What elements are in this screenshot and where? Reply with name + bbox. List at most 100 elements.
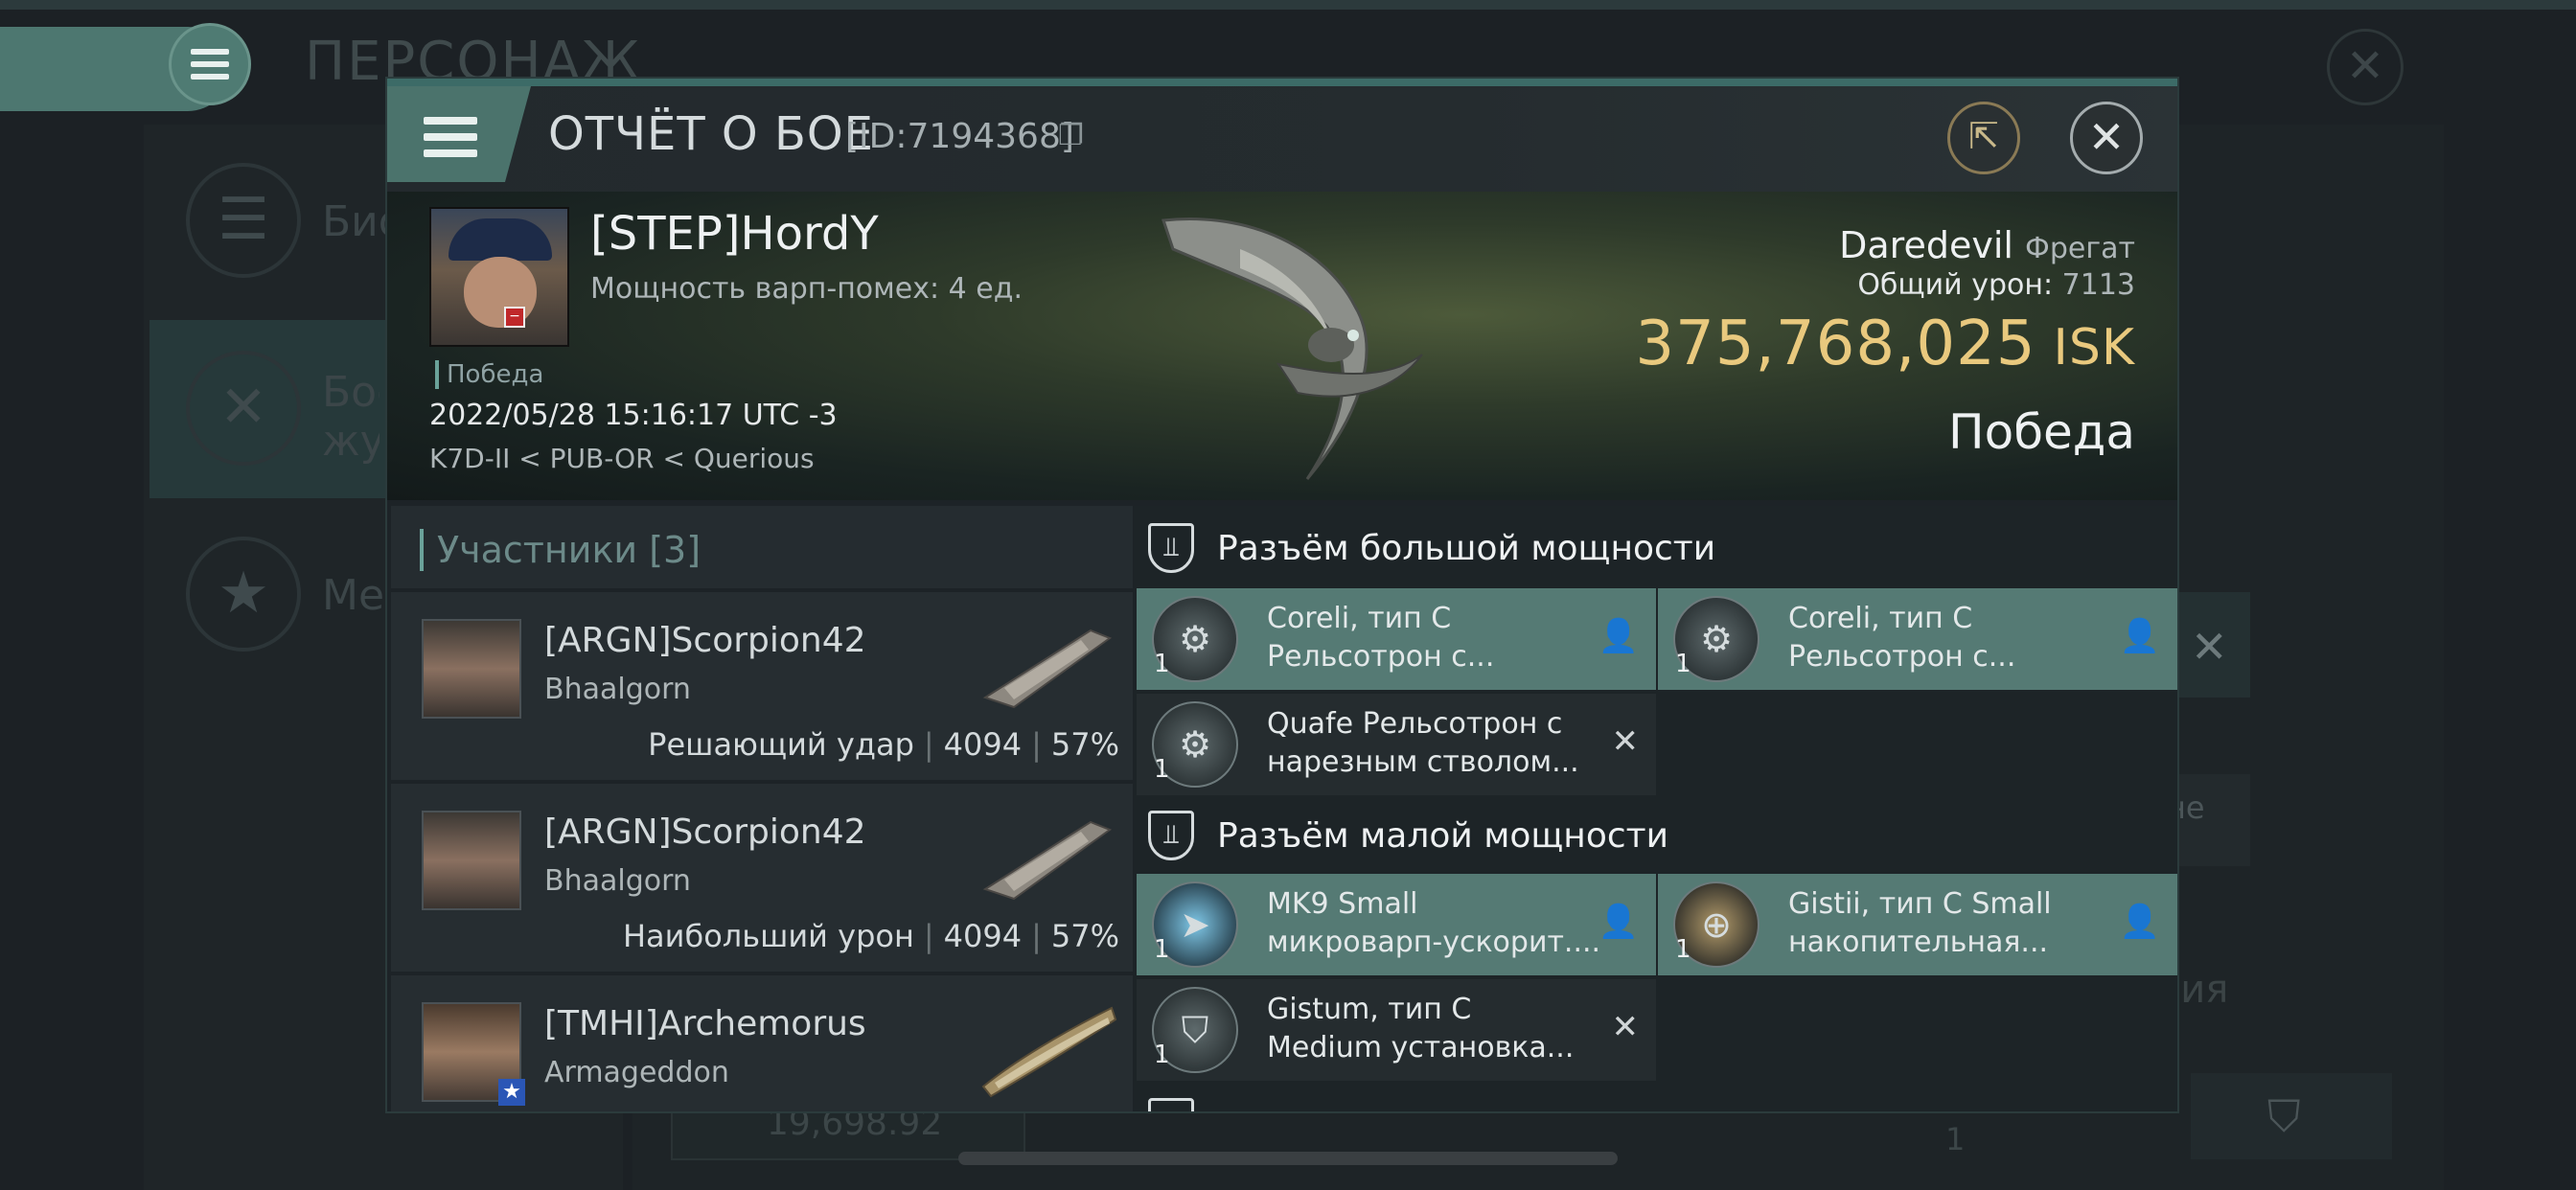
- destroyed-x-icon: ✕: [1611, 1008, 1640, 1046]
- close-button[interactable]: ✕: [2070, 102, 2143, 174]
- module-qty: 1: [1154, 935, 1170, 964]
- victim-avatar[interactable]: [429, 207, 569, 347]
- report-title: ОТЧЁТ О БОЕ: [548, 107, 874, 161]
- participant-damage: 4094: [943, 918, 1023, 954]
- participant-stats: Наибольший урон | 4094 | 57%: [622, 918, 1119, 954]
- module-slot[interactable]: ⚙ 1 Coreli, тип C Рельсотрон с... 👤: [1658, 588, 2177, 690]
- participant-row[interactable]: ★ [TMHI]Archemorus Armageddon: [391, 975, 1133, 1111]
- report-id: [ID:7194368]: [845, 117, 1074, 156]
- copy-icon[interactable]: ❐: [1058, 119, 1084, 152]
- participant-ship-image: [981, 1006, 1117, 1098]
- modal-top-accent: [387, 79, 2177, 86]
- module-name: Gistum, тип C: [1267, 993, 1472, 1026]
- avatar-face: [464, 257, 537, 328]
- isk-amount: 375,768,025: [1635, 309, 2036, 379]
- participant-ship-image: [982, 820, 1113, 901]
- bg-close-icon[interactable]: ✕: [2327, 29, 2404, 105]
- bg-side-label-2: Бое жур: [322, 368, 380, 466]
- module-slot[interactable]: ⚙ 1 Quafe Рельсотрон с нарезным стволом.…: [1137, 694, 1656, 795]
- participant-ship: Bhaalgorn: [544, 673, 691, 706]
- module-desc: микроварп-ускорит....: [1267, 926, 1601, 959]
- module-name: Gistii, тип C Small: [1788, 887, 2052, 921]
- high-slots-header: ⫫ Разъём большой мощности: [1135, 506, 2150, 588]
- module-qty: 1: [1154, 755, 1170, 784]
- participant-percent: 57%: [1050, 726, 1119, 763]
- participant-role: Наибольший урон: [622, 918, 914, 954]
- destroyed-x-icon: ✕: [1611, 722, 1640, 761]
- participant-ship-image: [982, 629, 1113, 709]
- warp-strength: Мощность варп-помех: 4 ед.: [590, 272, 1024, 306]
- module-qty: 1: [1154, 650, 1170, 678]
- low-slot-icon: ⫫: [1148, 1098, 1194, 1111]
- participant-row[interactable]: [ARGN]Scorpion42 Bhaalgorn Решающий удар…: [391, 592, 1133, 780]
- isk-currency: ISK: [2053, 319, 2135, 377]
- result-tag: Победа: [435, 360, 543, 389]
- standing-minus-icon: −: [504, 307, 525, 328]
- bio-icon: ☰: [186, 163, 301, 278]
- damage-label: Общий урон:: [1857, 268, 2054, 302]
- high-slots-label: Разъём большой мощности: [1217, 529, 1716, 568]
- dropped-person-icon: 👤: [2119, 617, 2160, 655]
- participant-stats: Решающий удар | 4094 | 57%: [648, 726, 1119, 763]
- victim-name[interactable]: [STEP]HordY: [590, 207, 879, 261]
- victim-ship[interactable]: Daredevil Фрегат: [1839, 224, 2135, 266]
- combat-report-modal: ОТЧЁТ О БОЕ [ID:7194368] ❐ ⇱ ✕ − [STEP]H…: [385, 77, 2179, 1113]
- participants-header: Участники [3]: [391, 506, 1133, 588]
- participant-ship: Bhaalgorn: [544, 864, 691, 898]
- module-slot[interactable]: ⚙ 1 Coreli, тип C Рельсотрон с... 👤: [1137, 588, 1656, 690]
- participant-percent: 57%: [1050, 918, 1119, 954]
- bg-qty: 1: [1945, 1121, 1966, 1157]
- module-name: MK9 Small: [1267, 887, 1418, 921]
- module-slot[interactable]: ⛉ 1 Gistum, тип C Medium установка... ✕: [1137, 979, 1656, 1081]
- share-icon[interactable]: ⇱: [1947, 102, 2020, 174]
- module-qty: 1: [1675, 935, 1691, 964]
- participant-row[interactable]: [ARGN]Scorpion42 Bhaalgorn Наибольший ур…: [391, 784, 1133, 972]
- module-qty: 1: [1154, 1041, 1170, 1069]
- participant-name: [TMHI]Archemorus: [544, 1004, 866, 1043]
- filter-icon: ⛉: [2191, 1073, 2392, 1159]
- module-name: Coreli, тип C: [1788, 602, 1973, 635]
- low-slots-header: ⫫: [1135, 1088, 2150, 1111]
- ship-class: Фрегат: [2025, 232, 2135, 265]
- ship-name: Daredevil: [1839, 224, 2013, 266]
- menu-icon: [424, 117, 477, 166]
- module-desc: Рельсотрон с...: [1267, 640, 1495, 674]
- kill-location[interactable]: K7D-II < PUB-OR < Querious: [429, 443, 815, 474]
- outcome: Победа: [1948, 404, 2135, 460]
- module-slot[interactable]: ➤ 1 MK9 Small микроварп-ускорит.... 👤: [1137, 874, 1656, 975]
- participant-role: Решающий удар: [648, 726, 914, 763]
- star-badge-icon: ★: [498, 1079, 525, 1106]
- participant-avatar: [422, 619, 521, 719]
- module-name: Quafe Рельсотрон с: [1267, 707, 1563, 741]
- module-desc: Рельсотрон с...: [1788, 640, 2016, 674]
- mid-slots-header: ⫫ Разъём малой мощности: [1135, 793, 2150, 876]
- victim-banner: − [STEP]HordY Мощность варп-помех: 4 ед.…: [387, 192, 2177, 500]
- module-slot[interactable]: ⊕ 1 Gistii, тип C Small накопительная...…: [1658, 874, 2177, 975]
- participant-avatar: [422, 811, 521, 910]
- combat-log-icon: ✕: [186, 351, 301, 466]
- avatar-cap: [448, 218, 552, 261]
- high-slot-icon: ⫫: [1148, 523, 1194, 573]
- home-indicator: [958, 1152, 1618, 1165]
- module-desc: накопительная...: [1788, 926, 2049, 959]
- victim-ship-image[interactable]: [1135, 192, 1480, 498]
- damage-value: 7113: [2061, 268, 2135, 302]
- participants-label: Участники [3]: [420, 529, 701, 571]
- dropped-person-icon: 👤: [1598, 617, 1639, 655]
- module-desc: нарезным стволом...: [1267, 745, 1579, 779]
- kill-datetime: 2022/05/28 15:16:17 UTC -3: [429, 399, 838, 432]
- module-name: Coreli, тип C: [1267, 602, 1452, 635]
- participant-ship: Armageddon: [544, 1056, 729, 1089]
- dropped-person-icon: 👤: [2119, 903, 2160, 941]
- bg-tool-icon: ✕: [2179, 592, 2250, 698]
- total-damage: Общий урон: 7113: [1857, 268, 2135, 302]
- isk-value: 375,768,025 ISK: [1635, 309, 2135, 379]
- participant-damage: 4094: [943, 726, 1023, 763]
- mid-slots-label: Разъём малой мощности: [1217, 816, 1669, 856]
- top-strip: [0, 0, 2576, 10]
- main-menu-button[interactable]: [169, 23, 251, 105]
- participant-name: [ARGN]Scorpion42: [544, 812, 866, 852]
- module-desc: Medium установка...: [1267, 1031, 1575, 1064]
- medal-icon: ★: [186, 537, 301, 652]
- module-qty: 1: [1675, 650, 1691, 678]
